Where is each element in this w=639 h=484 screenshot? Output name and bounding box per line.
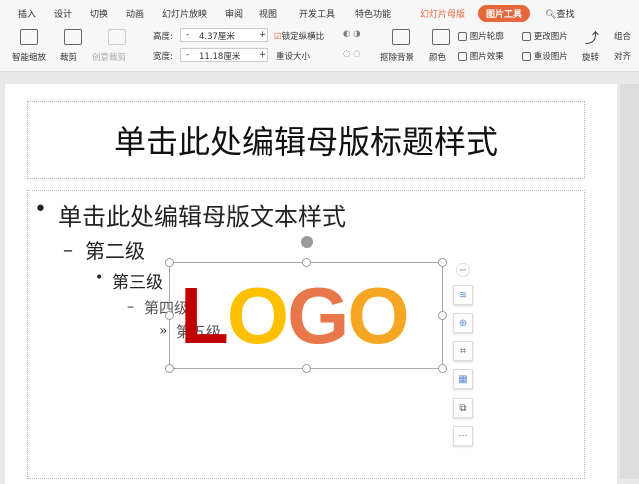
picture-fit-icon[interactable]: ▦ <box>453 369 473 389</box>
bullet: – <box>127 299 134 315</box>
width-stepper[interactable]: - 11.18厘米 + <box>180 48 268 62</box>
contrast-icons[interactable]: ◌ ◌ <box>343 49 361 59</box>
more-button[interactable]: ··· <box>453 426 473 446</box>
outline-button[interactable]: 图片轮廓 <box>458 30 504 42</box>
smart-zoom-icon <box>20 29 38 45</box>
zoom-in-icon[interactable]: ⊕ <box>453 313 473 333</box>
title-text: 单击此处编辑母版标题样式 <box>113 123 498 161</box>
remove-bg-button[interactable]: 抠除背景 <box>380 51 414 63</box>
outline-icon <box>458 32 467 41</box>
crop-icon[interactable]: ⌗ <box>453 341 473 361</box>
width-input[interactable]: 11.18厘米 <box>199 50 240 62</box>
search-icon: 🔍︎ <box>545 10 557 20</box>
change-picture-button[interactable]: 更改图片 <box>522 30 568 42</box>
crop-button[interactable]: 裁剪 <box>60 51 77 63</box>
brightness-icons[interactable]: ◐ ◑ <box>343 29 361 39</box>
color-button[interactable]: 颜色 <box>429 51 446 63</box>
reset-size-button[interactable]: 重设大小 <box>276 50 310 62</box>
resize-handle[interactable] <box>438 364 447 373</box>
tab-insert[interactable]: 插入 <box>18 7 36 20</box>
ribbon-toolbar: 智能缩放 裁剪 创意裁剪 高度: - 4.37厘米 + 宽度: - 11.18厘… <box>0 24 639 72</box>
remove-bg-icon <box>392 29 410 45</box>
effect-icon <box>458 52 467 61</box>
width-label: 宽度: <box>153 52 173 62</box>
tab-review[interactable]: 审阅 <box>225 7 243 20</box>
resize-handle[interactable] <box>302 364 311 373</box>
tab-animation[interactable]: 动画 <box>126 7 144 20</box>
bullet: – <box>63 237 73 261</box>
title-placeholder[interactable]: 单击此处编辑母版标题样式 <box>27 101 585 179</box>
height-stepper[interactable]: - 4.37厘米 + <box>180 28 268 42</box>
resize-handle[interactable] <box>165 364 174 373</box>
creative-crop-button[interactable]: 创意裁剪 <box>92 51 126 63</box>
rotate-button[interactable]: 旋转 <box>582 51 599 63</box>
width-minus[interactable]: - <box>186 50 189 60</box>
height-input[interactable]: 4.37厘米 <box>199 30 235 42</box>
vertical-scrollbar[interactable] <box>620 84 639 479</box>
bullet: • <box>34 197 47 222</box>
ribbon-tabs: 插入 设计 切换 动画 幻灯片放映 审阅 视图 开发工具 特色功能 幻灯片母版 … <box>0 0 639 24</box>
search-button[interactable]: 🔍︎查找 <box>545 7 574 20</box>
smart-zoom-button[interactable]: 智能缩放 <box>12 51 46 63</box>
tab-features[interactable]: 特色功能 <box>355 7 391 20</box>
effect-button[interactable]: 图片效果 <box>458 50 504 62</box>
logo-image[interactable]: LOGO <box>165 236 447 373</box>
checkbox-icon: ☑ <box>274 32 282 42</box>
collapse-icon[interactable]: − <box>456 263 470 277</box>
tab-transition[interactable]: 切换 <box>90 7 108 20</box>
lock-ratio-checkbox[interactable]: ☑锁定纵横比 <box>274 30 324 42</box>
reset-picture-icon <box>522 52 531 61</box>
align-button[interactable]: 对齐 <box>614 50 631 62</box>
resize-handle[interactable] <box>438 311 447 320</box>
level-1-text: 单击此处编辑母版文本样式 <box>58 203 346 231</box>
tab-picture-tools[interactable]: 图片工具 <box>478 5 531 22</box>
group-button[interactable]: 组合 <box>614 30 631 42</box>
layer-icon[interactable]: ≋ <box>453 285 473 305</box>
resize-handle[interactable] <box>302 258 311 267</box>
bullet: » <box>159 323 168 339</box>
change-picture-icon <box>522 32 531 41</box>
creative-crop-icon <box>108 29 126 45</box>
height-minus[interactable]: - <box>186 30 189 40</box>
level-2-text: 第二级 <box>85 239 145 263</box>
crop-icon <box>64 29 82 45</box>
level-3-text: 第三级 <box>112 273 163 293</box>
tab-design[interactable]: 设计 <box>54 7 72 20</box>
rotate-icon: ⤴ <box>585 31 599 47</box>
tab-developer[interactable]: 开发工具 <box>299 7 335 20</box>
height-label: 高度: <box>153 32 173 42</box>
logo-text: LOGO <box>180 271 410 360</box>
replace-picture-icon[interactable]: ⧉ <box>453 398 473 418</box>
reset-picture-button[interactable]: 重设图片 <box>522 50 568 62</box>
tab-view[interactable]: 视图 <box>259 7 277 20</box>
tab-slide-master[interactable]: 幻灯片母版 <box>420 7 465 20</box>
resize-handle[interactable] <box>438 258 447 267</box>
bullet: • <box>95 270 104 286</box>
rotate-handle-icon[interactable] <box>301 236 313 248</box>
height-plus[interactable]: + <box>259 30 266 40</box>
color-icon <box>432 29 450 45</box>
resize-handle[interactable] <box>165 258 174 267</box>
resize-handle[interactable] <box>165 311 174 320</box>
width-plus[interactable]: + <box>259 50 266 60</box>
tab-slideshow[interactable]: 幻灯片放映 <box>162 7 207 20</box>
